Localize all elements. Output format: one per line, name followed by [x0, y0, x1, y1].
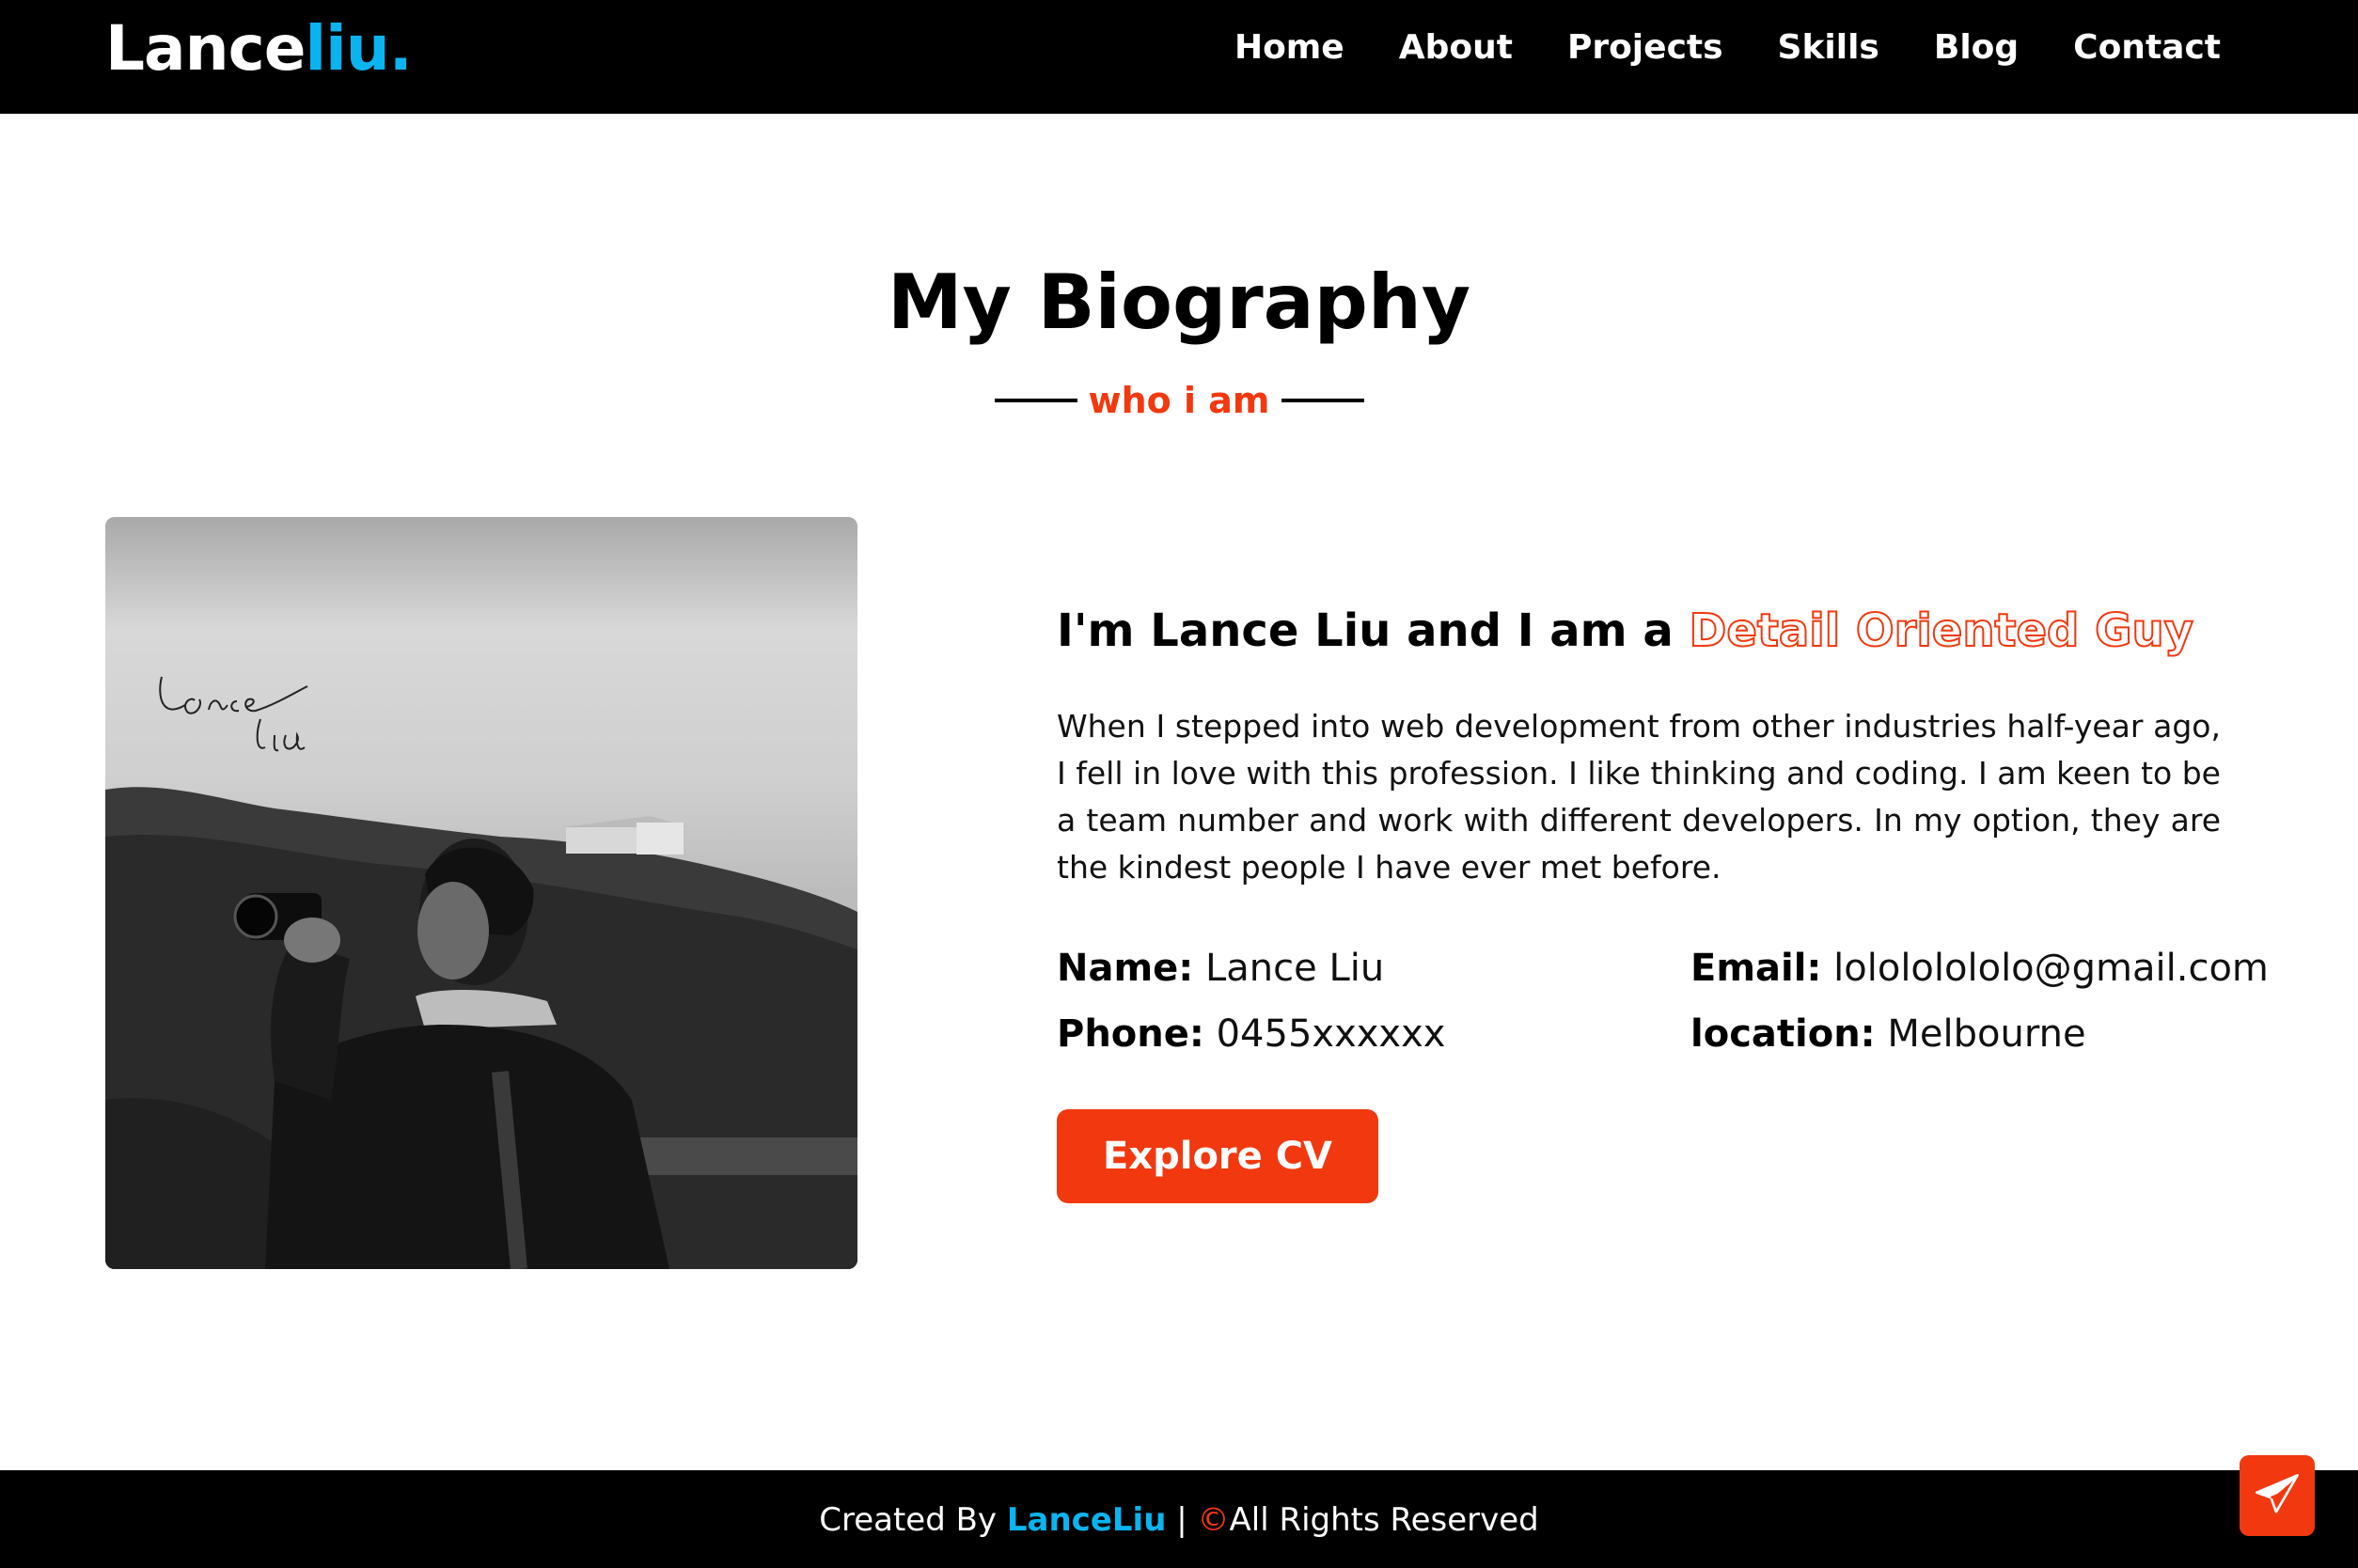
info-phone-label: Phone: [1057, 1012, 1204, 1056]
section-subtitle-group: who i am [0, 374, 2358, 427]
copyright-icon: © [1197, 1501, 1230, 1539]
navbar: Lanceliu. Home About Projects Skills Blo… [0, 0, 2358, 114]
footer-prefix: Created By [819, 1501, 1007, 1539]
info-phone-value: 0455xxxxxx [1216, 1012, 1446, 1056]
info-location-label: location: [1690, 1012, 1876, 1056]
info-name-value: Lance Liu [1205, 947, 1385, 990]
nav-link-projects[interactable]: Projects [1567, 24, 1723, 71]
logo-main: Lance [105, 12, 306, 85]
nav-link-contact[interactable]: Contact [2073, 24, 2221, 71]
section-subtitle: who i am [1088, 380, 1270, 421]
info-email-label: Email: [1690, 947, 1822, 990]
nav-links: Home About Projects Skills Blog Contact [1234, 24, 2221, 71]
footer-separator: | [1166, 1501, 1198, 1539]
info-location: location: Melbourne [1690, 1006, 2086, 1062]
footer-credit: Created By LanceLiu | ©All Rights Reserv… [0, 1497, 2358, 1544]
profile-photo [105, 517, 857, 1269]
info-email: Email: lolololololo@gmail.com [1690, 940, 2269, 996]
about-heading-highlight: Detail Oriented Guy [1688, 604, 2193, 658]
footer-brand-link[interactable]: LanceLiu [1007, 1501, 1167, 1539]
logo-accent: liu. [305, 12, 412, 85]
nav-link-blog[interactable]: Blog [1934, 24, 2019, 71]
info-phone: Phone: 0455xxxxxx [1057, 1006, 1445, 1062]
about-paragraph: When I stepped into web development from… [1057, 708, 2221, 886]
footer-suffix: All Rights Reserved [1229, 1501, 1539, 1539]
section-title: My Biography [887, 259, 1471, 346]
paper-plane-icon [2256, 1474, 2299, 1513]
info-location-value: Melbourne [1887, 1012, 2086, 1056]
subtitle-divider-right [1281, 399, 1364, 402]
footer: Created By LanceLiu | ©All Rights Reserv… [0, 1470, 2358, 1568]
info-email-value[interactable]: lolololololo@gmail.com [1833, 947, 2269, 990]
nav-link-about[interactable]: About [1399, 24, 1513, 71]
scroll-top-button[interactable] [2240, 1455, 2315, 1536]
subtitle-divider-left [994, 399, 1077, 402]
site-logo[interactable]: Lanceliu. [105, 12, 413, 85]
nav-link-home[interactable]: Home [1234, 24, 1344, 71]
profile-photo-illustration [105, 517, 857, 1269]
info-name: Name: Lance Liu [1057, 940, 1384, 996]
nav-link-skills[interactable]: Skills [1778, 24, 1879, 71]
about-heading-prefix: I'm Lance Liu and I am a [1057, 604, 1690, 657]
about-heading: I'm Lance Liu and I am a Detail Oriented… [1057, 598, 2194, 664]
info-name-label: Name: [1057, 947, 1194, 990]
explore-cv-button[interactable]: Explore CV [1057, 1109, 1378, 1203]
